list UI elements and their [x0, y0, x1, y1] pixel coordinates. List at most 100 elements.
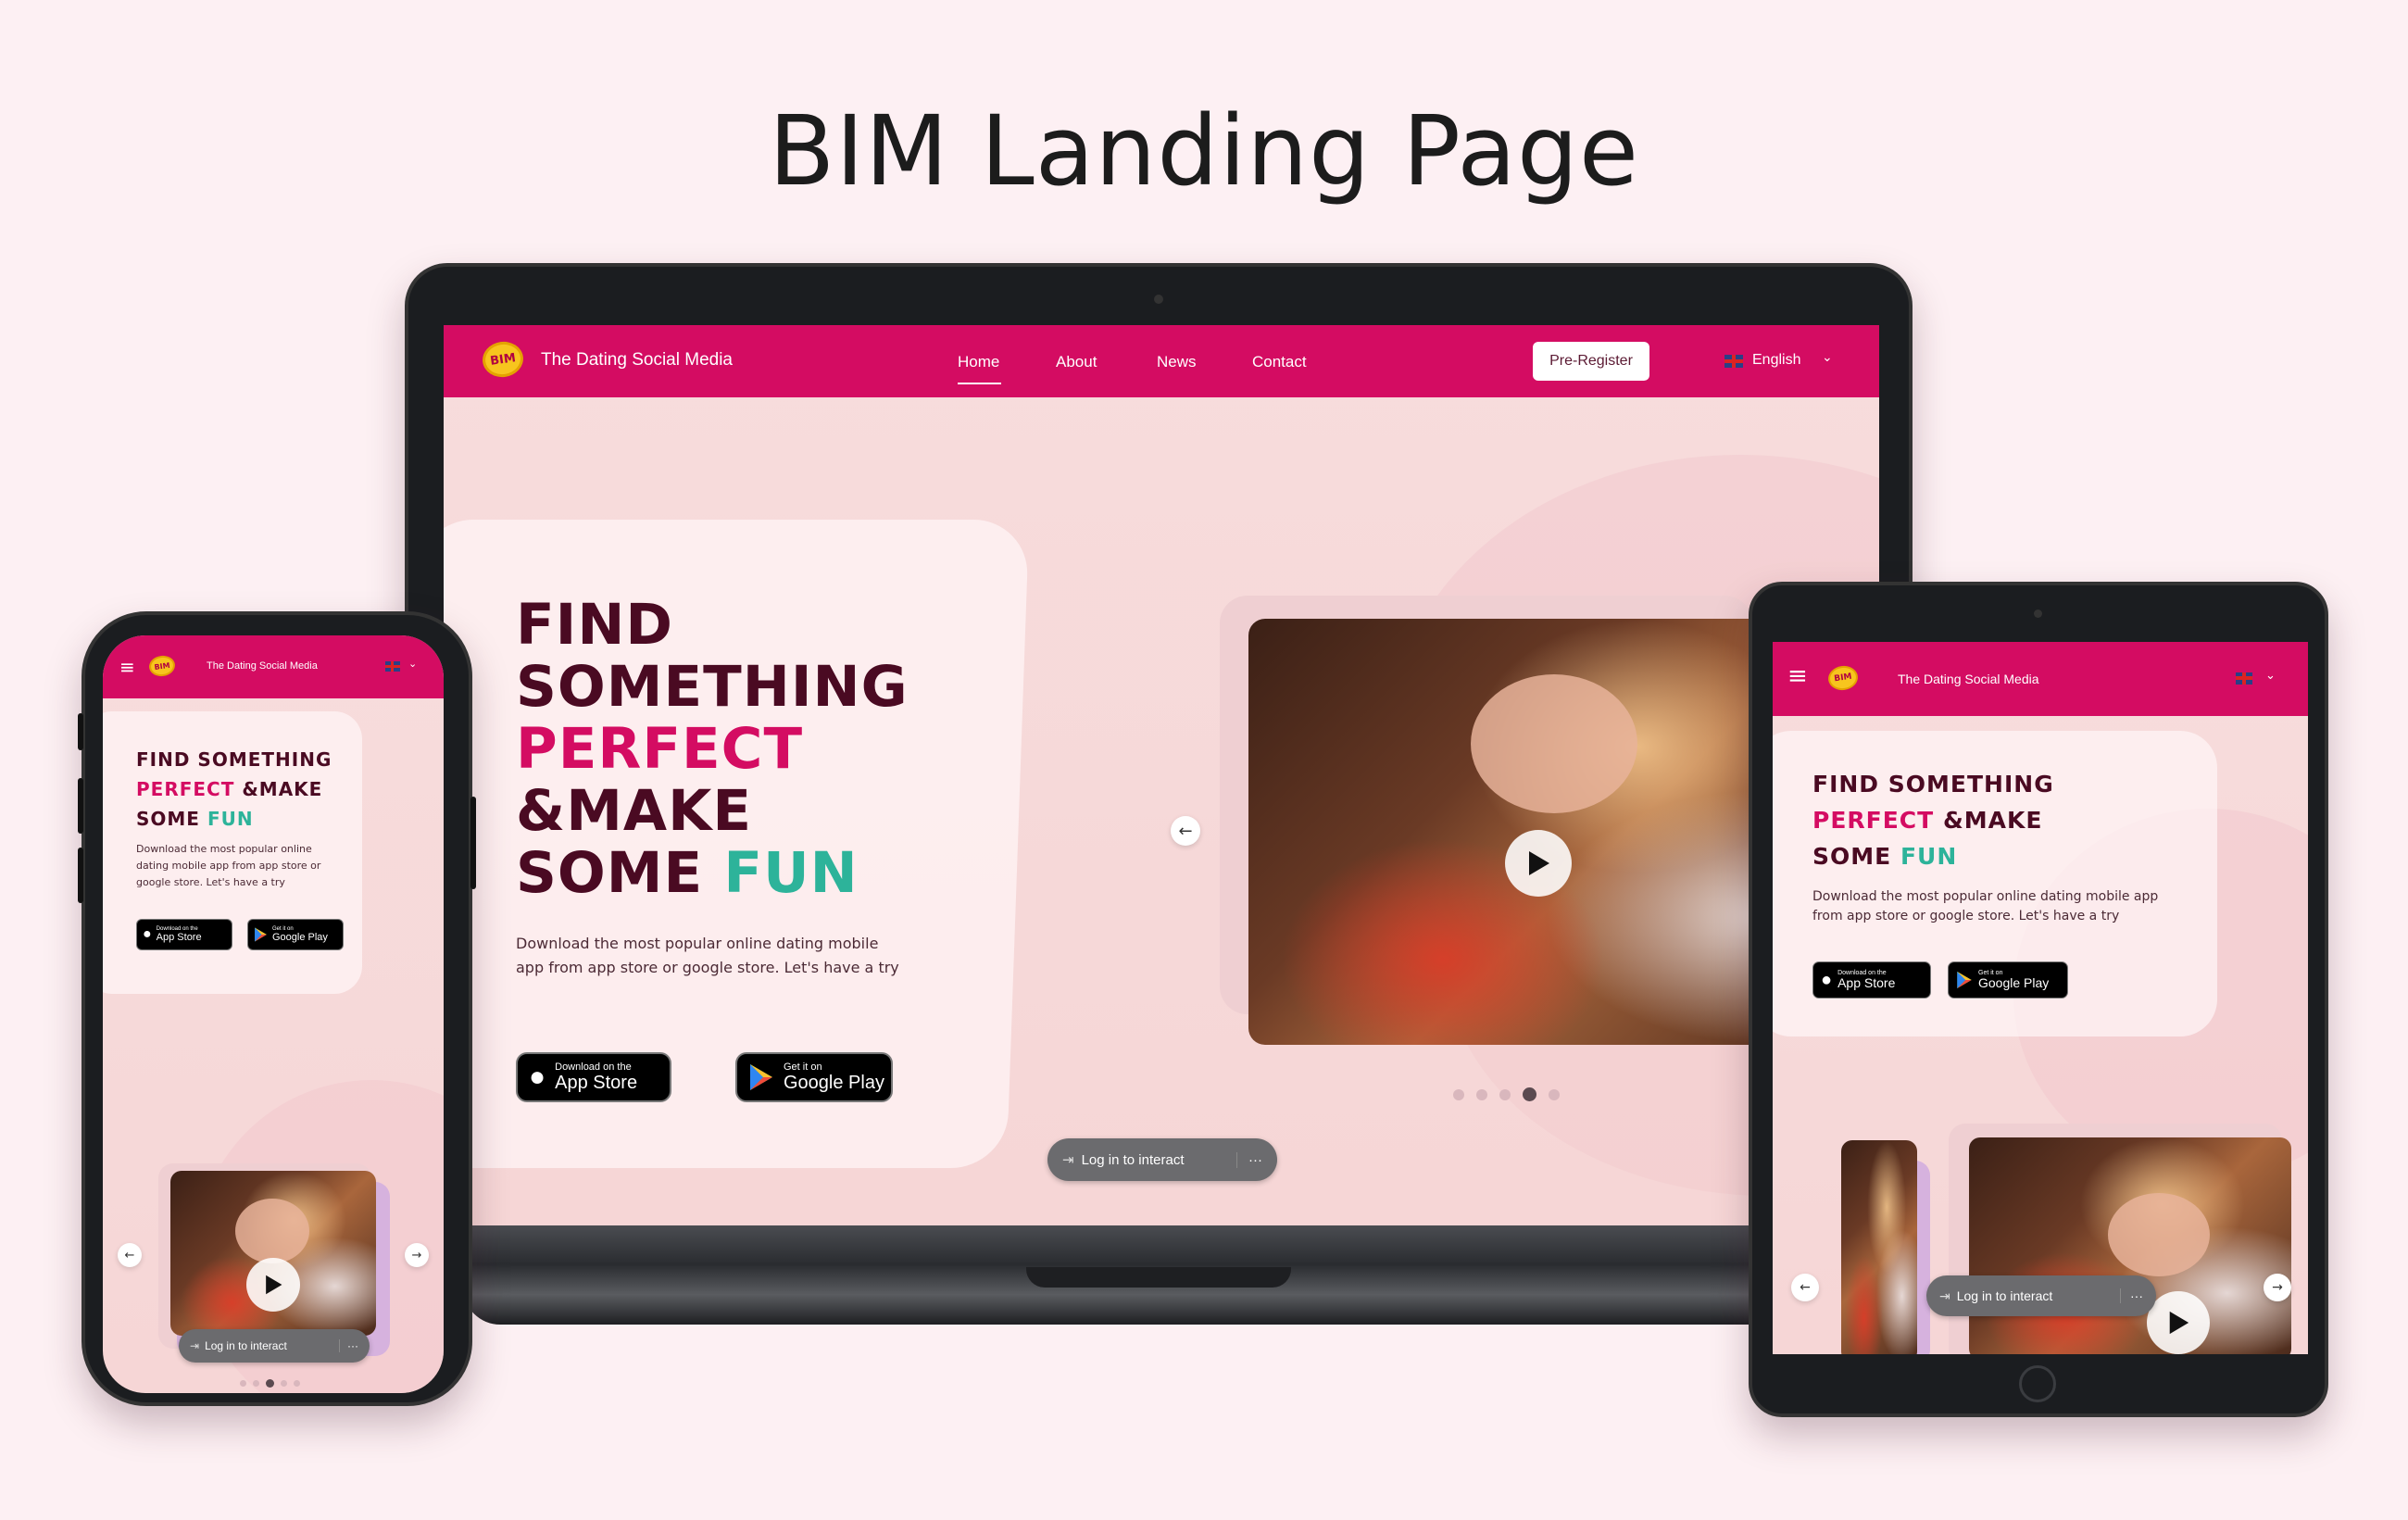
play-icon[interactable] — [246, 1258, 300, 1312]
carousel-dot[interactable] — [1453, 1088, 1464, 1100]
menu-icon[interactable]: ≡ — [1787, 664, 1808, 688]
google-play-button[interactable]: Get it on Google Play — [735, 1052, 893, 1102]
carousel-next-arrow[interactable]: → — [2264, 1274, 2291, 1301]
app-store-button[interactable]: ● Download on the App Store — [516, 1052, 671, 1102]
carousel-dot[interactable] — [240, 1380, 246, 1387]
menu-icon[interactable]: ≡ — [119, 658, 135, 676]
nav-contact[interactable]: Contact — [1252, 353, 1307, 371]
hero-line: &MAKE — [516, 778, 753, 845]
hero-line: &MAKE — [1942, 806, 2043, 834]
carousel-next-arrow[interactable]: → — [405, 1243, 429, 1267]
hands-shape — [1471, 674, 1637, 813]
carousel-dot[interactable] — [1499, 1088, 1511, 1100]
bim-logo[interactable]: BIM — [1826, 663, 1860, 693]
video-thumbnail-side[interactable] — [1841, 1140, 1917, 1354]
phone-side-button — [78, 848, 83, 903]
tablet-home-button[interactable] — [2019, 1365, 2056, 1402]
store-big-text: App Store — [555, 1072, 638, 1093]
uk-flag-icon — [2236, 672, 2252, 685]
phone-navbar: ≡ BIM The Dating Social Media ⌄ — [103, 635, 444, 698]
store-big-text: Google Play — [272, 931, 328, 943]
nav-news[interactable]: News — [1157, 353, 1197, 371]
store-big-text: App Store — [1837, 974, 1896, 990]
pre-register-button[interactable]: Pre-Register — [1533, 342, 1649, 381]
carousel-dot[interactable] — [253, 1380, 259, 1387]
hero-description: Download the most popular online dating … — [1812, 889, 2159, 923]
more-icon[interactable]: ··· — [2120, 1288, 2143, 1303]
hero-description: Download the most popular online dating … — [516, 935, 899, 976]
login-label: Log in to interact — [1956, 1288, 2053, 1303]
hero-word-teal: FUN — [207, 808, 254, 830]
carousel-dot-active[interactable] — [266, 1379, 274, 1388]
apple-icon: ● — [143, 926, 152, 942]
hero-description: Download the most popular online dating … — [136, 843, 321, 888]
language-select[interactable]: English — [1752, 352, 1800, 369]
hero-line: SOMETHING — [1888, 771, 2054, 798]
carousel-dot[interactable] — [281, 1380, 287, 1387]
nav-about[interactable]: About — [1056, 353, 1097, 371]
carousel-prev-arrow[interactable]: ← — [1171, 816, 1200, 846]
laptop-camera — [1154, 295, 1163, 304]
hero-line: SOMETHING — [516, 654, 909, 721]
app-store-button[interactable]: ● Download on the App Store — [136, 919, 232, 950]
hero-line: FIND — [1812, 771, 1880, 798]
hero-line: SOMETHING — [197, 748, 332, 771]
video-thumbnail[interactable] — [1969, 1137, 2291, 1354]
hands-shape — [235, 1199, 309, 1263]
brand-name: The Dating Social Media — [541, 350, 733, 370]
carousel-dot-active[interactable] — [1523, 1087, 1536, 1101]
laptop-screen: BIM The Dating Social Media Home About N… — [444, 325, 1879, 1225]
carousel-dot[interactable] — [1476, 1088, 1487, 1100]
carousel-prev-arrow[interactable]: ← — [1791, 1274, 1819, 1301]
play-icon[interactable] — [2147, 1291, 2210, 1354]
store-big-text: Google Play — [1978, 974, 2050, 990]
hero-word: SOME — [136, 808, 200, 830]
tablet-screen: ≡ BIM The Dating Social Media ⌄ FIND SOM… — [1773, 642, 2308, 1354]
nav-home[interactable]: Home — [958, 353, 999, 371]
store-big-text: Google Play — [784, 1072, 884, 1093]
google-play-icon — [750, 1064, 772, 1090]
hero-word-teal: FUN — [723, 840, 859, 907]
login-icon: ⇥ — [190, 1339, 200, 1352]
login-pill[interactable]: ⇥ Log in to interact ··· — [1926, 1275, 2156, 1316]
bim-logo[interactable]: BIM — [480, 339, 526, 380]
chevron-down-icon[interactable]: ⌄ — [408, 658, 417, 670]
login-pill[interactable]: ⇥ Log in to interact ··· — [1047, 1138, 1277, 1181]
hands-shape — [2108, 1193, 2210, 1276]
chevron-down-icon[interactable]: ⌄ — [2265, 669, 2276, 683]
carousel-prev-arrow[interactable]: ← — [118, 1243, 142, 1267]
login-pill[interactable]: ⇥ Log in to interact ··· — [179, 1329, 370, 1363]
carousel-dot[interactable] — [294, 1380, 300, 1387]
brand-name: The Dating Social Media — [1898, 672, 2039, 686]
phone-side-button — [78, 713, 83, 750]
more-icon[interactable]: ··· — [1236, 1151, 1262, 1168]
apple-icon: ● — [529, 1061, 546, 1092]
hero-word-teal: FUN — [1900, 842, 1958, 870]
brand-name: The Dating Social Media — [207, 660, 318, 672]
phone-screen: ≡ BIM The Dating Social Media ⌄ FIND SOM… — [103, 635, 444, 1393]
more-icon[interactable]: ··· — [339, 1339, 358, 1352]
google-play-button[interactable]: Get it on Google Play — [247, 919, 344, 950]
carousel-dot[interactable] — [1549, 1088, 1560, 1100]
play-icon[interactable] — [1505, 830, 1572, 897]
chevron-down-icon[interactable]: ⌄ — [1822, 350, 1833, 365]
tablet-camera — [2034, 609, 2042, 618]
hero-line-pink: PERFECT — [516, 716, 804, 783]
apple-icon: ● — [1821, 969, 1833, 990]
google-play-button[interactable]: Get it on Google Play — [1948, 961, 2068, 999]
store-small-text: Download on the — [555, 1061, 632, 1073]
app-store-button[interactable]: ● Download on the App Store — [1812, 961, 1931, 999]
phone-side-button — [470, 797, 476, 889]
uk-flag-icon — [1724, 355, 1743, 368]
tablet-navbar: ≡ BIM The Dating Social Media ⌄ — [1773, 642, 2308, 716]
hero-word: SOME — [1812, 842, 1892, 870]
laptop-navbar: BIM The Dating Social Media Home About N… — [444, 325, 1879, 397]
hero-line-pink: PERFECT — [136, 778, 235, 800]
phone-side-button — [78, 778, 83, 834]
carousel-dots — [240, 1379, 300, 1388]
page-title: BIM Landing Page — [768, 94, 1640, 207]
bim-logo[interactable]: BIM — [147, 654, 177, 678]
hero-heading: FIND SOMETHING PERFECT &MAKE SOME FUN — [516, 594, 909, 907]
store-small-text: Get it on — [784, 1061, 822, 1073]
hero-heading: FIND SOMETHING PERFECT &MAKE SOME FUN — [136, 745, 332, 834]
